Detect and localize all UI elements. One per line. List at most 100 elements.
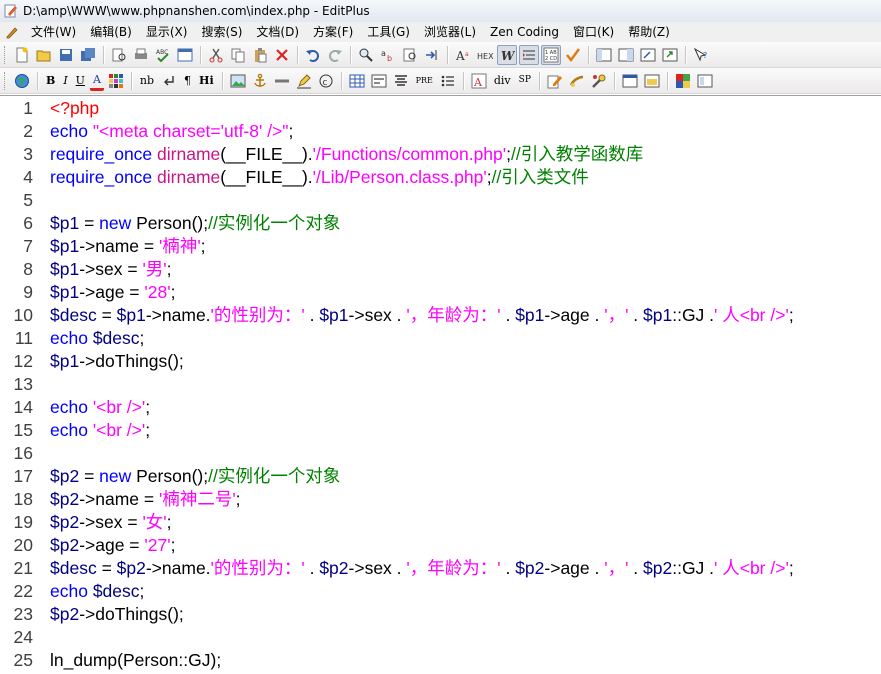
menu-help[interactable]: 帮助(Z) [621,23,677,41]
cliptext-window-icon[interactable] [594,45,614,65]
save-all-icon[interactable] [78,45,98,65]
fullscreen-icon[interactable] [660,45,680,65]
table-icon[interactable] [347,71,367,91]
color-grid-icon[interactable] [106,71,126,91]
wrap-indent-icon[interactable] [519,44,539,65]
code-text[interactable]: $p2->age = '27'; [50,534,175,557]
word-wrap-icon[interactable]: W [497,44,517,65]
code-line[interactable]: 13 [0,373,881,396]
code-line[interactable]: 11 echo $desc; [0,327,881,350]
special-char-icon[interactable]: c [316,71,336,91]
cut-icon[interactable] [206,45,226,65]
edit-style-icon[interactable] [545,71,565,91]
toolbar-window-icon[interactable] [620,71,640,91]
span-button[interactable]: SP [516,71,534,91]
find-icon[interactable] [356,45,376,65]
highlight-icon[interactable] [294,71,314,91]
directory-window-icon[interactable] [616,45,636,65]
browser-preview-icon[interactable] [175,45,195,65]
code-line[interactable]: 8 $p1->sex = '男'; [0,258,881,281]
color-palette-icon[interactable] [673,71,693,91]
code-line[interactable]: 18 $p2->name = '楠神二号'; [0,488,881,511]
code-line[interactable]: 9 $p1->age = '28'; [0,281,881,304]
replace-icon[interactable]: ab [378,45,398,65]
code-text[interactable]: $p1->sex = '男'; [50,258,172,281]
column-select-icon[interactable]: 1 AB 2 CD [541,44,561,65]
output-window-icon[interactable] [638,45,658,65]
bold-button[interactable]: B [43,71,58,91]
code-line[interactable]: 25 ln_dump(Person::GJ); [0,649,881,672]
nbsp-button[interactable]: nb [137,71,157,91]
menu-zen-coding[interactable]: Zen Coding [483,23,566,41]
style-icon[interactable]: A [469,71,489,91]
code-text[interactable]: $p2->sex = '女'; [50,511,172,534]
hex-view-icon[interactable]: HEX [475,45,495,65]
underline-button[interactable]: U [73,71,88,91]
code-line[interactable]: 14 echo '<br />'; [0,396,881,419]
split-window-icon[interactable] [695,71,715,91]
code-line[interactable]: 15 echo '<br />'; [0,419,881,442]
horizontal-rule-icon[interactable] [272,71,292,91]
code-text[interactable]: $p2 = new Person();//实例化一个对象 [50,465,340,488]
code-line[interactable]: 23 $p2->doThings(); [0,603,881,626]
spell-check-icon[interactable]: ABC [153,45,173,65]
help-pointer-icon[interactable]: ? [691,45,711,65]
div-button[interactable]: div [491,71,514,91]
print-icon[interactable] [131,45,151,65]
code-line[interactable]: 22 echo $desc; [0,580,881,603]
menu-view[interactable]: 显示(X) [139,23,195,41]
align-center-icon[interactable] [391,71,411,91]
code-text[interactable]: $p2->doThings(); [50,603,184,626]
code-line[interactable]: 5 [0,189,881,212]
menu-document[interactable]: 文档(D) [249,23,306,41]
code-line[interactable]: 2 echo "<meta charset='utf-8' />"; [0,120,881,143]
check-syntax-icon[interactable] [563,45,583,65]
toolbar-grip[interactable] [4,45,7,64]
code-line[interactable]: 7 $p1->name = '楠神'; [0,235,881,258]
pre-button[interactable]: PRE [413,71,436,91]
globe-icon[interactable] [12,71,32,91]
goto-line-icon[interactable] [422,45,442,65]
code-text[interactable]: echo '<br />'; [50,396,150,419]
image-icon[interactable] [228,71,248,91]
font-color-button[interactable]: A [89,71,104,91]
heading-button[interactable]: Hi [196,71,217,91]
code-line[interactable]: 10 $desc = $p1->name.'的性别为：' . $p1->sex .… [0,304,881,327]
menu-window[interactable]: 窗口(K) [566,23,621,41]
code-text[interactable]: $p1->name = '楠神'; [50,235,206,258]
code-text[interactable]: echo '<br />'; [50,419,150,442]
font-icon[interactable]: Aa [453,45,473,65]
code-text[interactable]: $desc = $p1->name.'的性别为：' . $p1->sex . '… [50,304,794,327]
code-text[interactable]: echo $desc; [50,580,144,603]
code-text[interactable]: <?php [50,97,99,120]
code-line[interactable]: 16 [0,442,881,465]
tools-icon[interactable] [589,71,609,91]
code-text[interactable]: $p2->name = '楠神二号'; [50,488,241,511]
menu-file[interactable]: 文件(W) [24,23,83,41]
code-editor[interactable]: 1 <?php 2 echo "<meta charset='utf-8' />"; 3… [0,95,881,674]
code-line[interactable]: 6 $p1 = new Person();//实例化一个对象 [0,212,881,235]
code-text[interactable]: $p1 = new Person();//实例化一个对象 [50,212,340,235]
menu-project[interactable]: 方案(F) [306,23,360,41]
delete-icon[interactable] [272,45,292,65]
code-line[interactable]: 3 require_once dirname(__FILE__).'/Functi… [0,143,881,166]
code-text[interactable]: $p1->age = '28'; [50,281,175,304]
code-text[interactable]: $p1->doThings(); [50,350,184,373]
form-icon[interactable] [369,71,389,91]
panel-window-icon[interactable] [642,71,662,91]
code-text[interactable]: $desc = $p2->name.'的性别为：' . $p2->sex . '… [50,557,794,580]
code-line[interactable]: 24 [0,626,881,649]
print-preview-icon[interactable] [109,45,129,65]
code-line[interactable]: 20 $p2->age = '27'; [0,534,881,557]
code-line[interactable]: 12 $p1->doThings(); [0,350,881,373]
code-text[interactable]: require_once dirname(__FILE__).'/Functio… [50,143,643,166]
code-line[interactable]: 19 $p2->sex = '女'; [0,511,881,534]
line-break-icon[interactable] [159,71,179,91]
code-text[interactable]: echo $desc; [50,327,144,350]
menu-tools[interactable]: 工具(G) [360,23,417,41]
save-icon[interactable] [56,45,76,65]
code-line[interactable]: 21 $desc = $p2->name.'的性别为：' . $p2->sex .… [0,557,881,580]
paragraph-button[interactable]: ¶ [181,71,194,91]
menu-browser[interactable]: 浏览器(L) [417,23,483,41]
new-file-icon[interactable] [12,45,32,65]
